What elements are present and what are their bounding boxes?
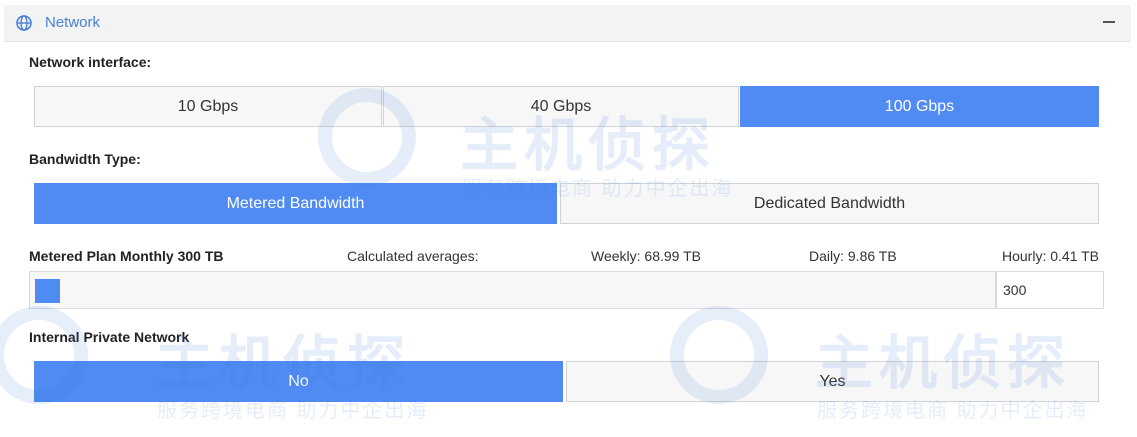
section-title: Network bbox=[45, 14, 101, 31]
private-network-option-no[interactable]: No bbox=[34, 361, 563, 402]
bandwidth-slider-track[interactable] bbox=[29, 271, 996, 309]
bandwidth-value-input[interactable] bbox=[996, 271, 1104, 309]
interface-option-10gbps[interactable]: 10 Gbps bbox=[34, 86, 382, 127]
network-interface-label: Network interface: bbox=[29, 54, 152, 70]
section-header[interactable]: Network bbox=[4, 5, 1131, 42]
interface-option-100gbps[interactable]: 100 Gbps bbox=[740, 86, 1099, 127]
bandwidth-slider-handle[interactable] bbox=[35, 279, 60, 303]
daily-average: Daily: 9.86 TB bbox=[809, 248, 897, 264]
bandwidth-type-label: Bandwidth Type: bbox=[29, 151, 141, 167]
globe-icon bbox=[16, 15, 32, 31]
calculated-averages-label: Calculated averages: bbox=[347, 248, 479, 264]
bandwidth-option-metered[interactable]: Metered Bandwidth bbox=[34, 183, 557, 224]
interface-option-40gbps[interactable]: 40 Gbps bbox=[383, 86, 739, 127]
bandwidth-option-dedicated[interactable]: Dedicated Bandwidth bbox=[560, 183, 1099, 224]
minus-icon[interactable] bbox=[1103, 21, 1115, 23]
metered-plan-label: Metered Plan Monthly 300 TB bbox=[29, 248, 224, 264]
hourly-average: Hourly: 0.41 TB bbox=[1002, 248, 1100, 264]
private-network-label: Internal Private Network bbox=[29, 329, 190, 345]
private-network-option-yes[interactable]: Yes bbox=[566, 361, 1099, 402]
weekly-average: Weekly: 68.99 TB bbox=[591, 248, 701, 264]
